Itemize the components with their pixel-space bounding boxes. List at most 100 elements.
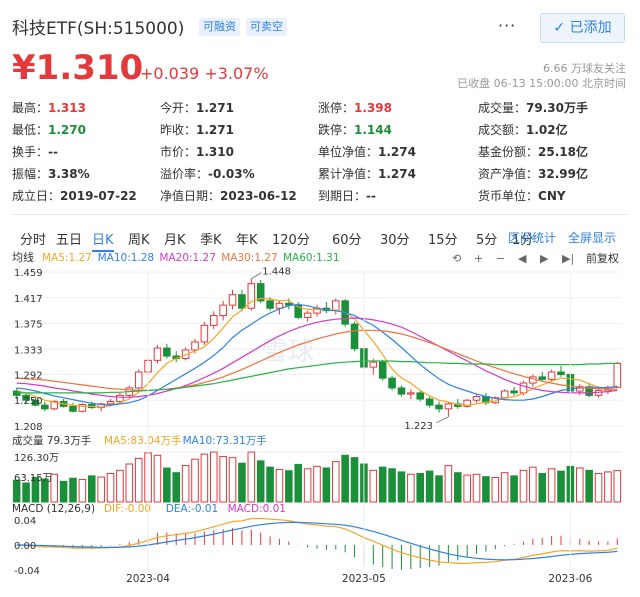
tab-period[interactable]: 周K xyxy=(128,229,150,248)
candle-body xyxy=(116,394,124,402)
stat-item: 最低：1.270 xyxy=(12,121,86,138)
tab-period[interactable]: 30分 xyxy=(380,229,410,248)
stat-value: 25.18亿 xyxy=(538,145,588,159)
prev-icon: ◀ xyxy=(518,252,527,265)
minus-icon: − xyxy=(496,252,505,265)
ma-legend-item: MA5:1.27 xyxy=(42,252,92,264)
volume-tick: 63.15万 xyxy=(14,473,53,484)
tab-period[interactable]: 5分 xyxy=(476,229,497,248)
tab-period[interactable]: 分时 xyxy=(20,229,46,248)
stat-item: 涨停：1.398 xyxy=(318,99,392,116)
candle-body xyxy=(331,300,340,312)
volume-bar xyxy=(538,472,547,503)
dif-line xyxy=(16,517,618,565)
stat-value: 1.274 xyxy=(378,167,416,181)
kline-chart[interactable]: 均线 MA5:1.27 MA10:1.28 MA20:1.27 MA30:1.27 MA6… xyxy=(12,250,628,590)
macd-legend-title: MACD (12,26,9) xyxy=(12,503,95,515)
volume-bar xyxy=(181,465,190,503)
stat-label: 溢价率： xyxy=(160,167,209,181)
volume-bar xyxy=(416,472,425,503)
candle-body xyxy=(397,387,406,395)
stat-value: -- xyxy=(366,189,376,203)
price-tick: 1.292 xyxy=(14,370,43,381)
volume-ma-item: MA10:73.31万手 xyxy=(183,434,267,447)
stat-item: 振幅：3.38% xyxy=(12,165,90,182)
fullscreen-link[interactable]: 全屏显示 xyxy=(568,229,616,246)
stat-value: 1.271 xyxy=(196,101,234,115)
candle-body xyxy=(435,404,443,410)
high-label: 1.448 xyxy=(262,267,291,278)
volume-bar xyxy=(444,465,453,503)
current-price: ¥1.310 xyxy=(12,48,144,88)
volume-bar xyxy=(341,454,349,503)
tab-period[interactable]: 120分 xyxy=(272,229,310,248)
dea-line xyxy=(16,521,618,561)
candle-body xyxy=(407,392,415,395)
followers-count: 6.66 万球友关注 xyxy=(543,62,626,75)
stat-label: 昨收： xyxy=(160,123,197,137)
stat-label: 累计净值： xyxy=(318,167,379,181)
volume-bar xyxy=(369,469,378,503)
tab-period[interactable]: 月K xyxy=(164,229,186,248)
volume-bar xyxy=(491,476,500,503)
candle-body xyxy=(209,315,218,326)
volume-bar xyxy=(594,472,603,503)
stat-label: 涨停： xyxy=(318,101,355,115)
stat-label: 成立日： xyxy=(12,189,61,203)
volume-bar xyxy=(228,457,237,503)
tab-period[interactable]: 季K xyxy=(200,229,222,248)
candle-body xyxy=(163,347,171,357)
volume-bar xyxy=(153,454,162,503)
ma-legend-item: MA30:1.27 xyxy=(221,252,278,264)
ma-legend-item: MA10:1.28 xyxy=(98,252,155,264)
volume-bar xyxy=(435,475,443,503)
tab-period[interactable]: 五日 xyxy=(56,229,82,248)
stat-label: 振幅： xyxy=(12,167,49,181)
volume-bar xyxy=(200,453,209,503)
macd-legend-item: MACD:0.01 xyxy=(228,503,286,515)
stat-item: 净值日期：2023-06-12 xyxy=(160,187,297,204)
candle-body xyxy=(191,341,199,351)
candle-body xyxy=(472,396,481,401)
volume-bar xyxy=(275,469,284,503)
stat-value: 1.310 xyxy=(196,145,234,159)
plus-icon: + xyxy=(474,252,483,265)
candle-body xyxy=(557,371,565,375)
low-label: 1.223 xyxy=(404,421,433,432)
tab-period[interactable]: 日K xyxy=(92,229,114,252)
volume-bar xyxy=(575,467,584,503)
stat-item: 跌停：1.144 xyxy=(318,121,392,138)
volume-bar xyxy=(378,466,387,503)
volume-bar xyxy=(425,470,434,503)
candle-body xyxy=(153,347,162,361)
stat-value: 2023-06-12 xyxy=(220,189,297,203)
tab-period[interactable]: 15分 xyxy=(428,229,458,248)
volume-bar xyxy=(397,471,406,503)
volume-bar xyxy=(510,475,518,503)
price-tick: 1.333 xyxy=(14,345,43,356)
volume-bar xyxy=(547,468,556,503)
stat-label: 单位净值： xyxy=(318,145,379,159)
price-tick: 1.250 xyxy=(14,396,43,407)
volume-bar xyxy=(331,461,340,503)
volume-bar xyxy=(191,458,199,503)
volume-bar xyxy=(557,470,565,503)
tab-period[interactable]: 60分 xyxy=(332,229,362,248)
more-icon[interactable]: ··· xyxy=(498,16,516,35)
stat-label: 资产净值： xyxy=(478,167,539,181)
candle-body xyxy=(219,304,227,317)
range-stats-link[interactable]: 区间统计 xyxy=(508,229,556,246)
volume-tick: 126.30万 xyxy=(14,453,59,464)
stat-label: 跌停： xyxy=(318,123,355,137)
candle-body xyxy=(519,382,528,394)
stat-label: 货币单位： xyxy=(478,189,539,203)
stat-value: 1.144 xyxy=(354,123,392,137)
volume-bar xyxy=(106,472,115,503)
volume-bar xyxy=(172,472,181,503)
date-label: 2023-04 xyxy=(126,573,170,585)
tab-period[interactable]: 年K xyxy=(236,229,258,248)
volume-bar xyxy=(69,477,77,503)
stat-item: 成立日：2019-07-22 xyxy=(12,187,137,204)
added-watchlist-button[interactable]: ✓ 已添加 xyxy=(540,13,625,43)
stat-item: 单位净值：1.274 xyxy=(318,143,416,160)
